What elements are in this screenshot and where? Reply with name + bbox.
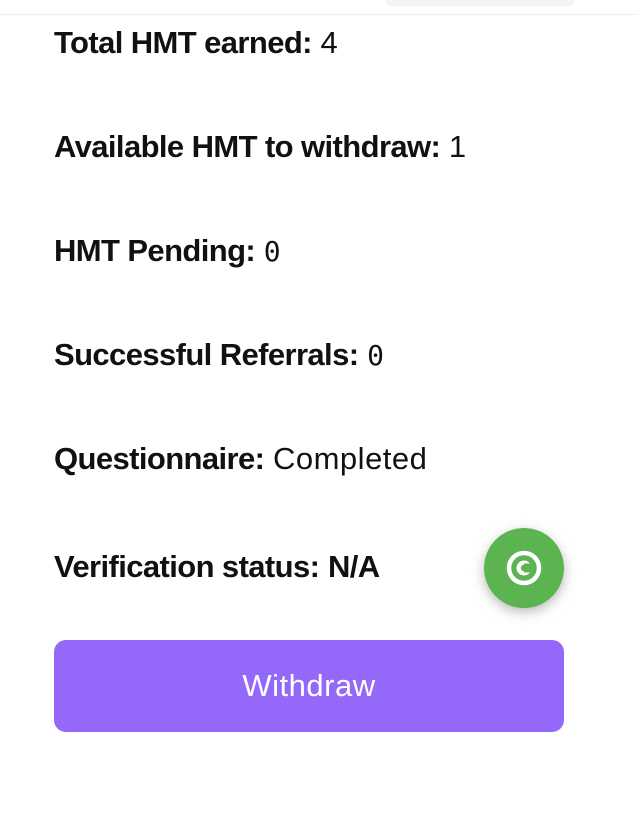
top-edge: [0, 0, 638, 15]
top-edge-shade: [385, 0, 575, 6]
stat-value: N/A: [327, 549, 380, 584]
copyright-lock-icon: [506, 550, 542, 586]
stat-label: Questionnaire:: [54, 441, 265, 476]
stat-label: Total HMT earned:: [54, 25, 313, 60]
stat-label: Available HMT to withdraw:: [54, 129, 441, 164]
stat-value: 0: [263, 235, 282, 268]
stat-value: 0: [367, 339, 385, 372]
stat-value: Completed: [272, 441, 428, 476]
stat-hmt-pending: HMT Pending: 0: [54, 233, 281, 270]
stat-successful-referrals: Successful Referrals: 0: [54, 337, 384, 374]
stat-label: Verification status:: [54, 549, 320, 584]
stat-value: 1: [448, 129, 467, 164]
stat-label: HMT Pending:: [54, 233, 256, 268]
stat-verification-status: Verification status: N/A: [54, 549, 380, 585]
stat-total-hmt-earned: Total HMT earned: 4: [54, 25, 338, 61]
floating-action-button[interactable]: [484, 528, 564, 608]
stat-questionnaire: Questionnaire: Completed: [54, 441, 427, 477]
withdraw-button[interactable]: Withdraw: [54, 640, 564, 732]
stat-value: 4: [320, 25, 339, 60]
stat-label: Successful Referrals:: [54, 337, 359, 372]
stat-available-hmt: Available HMT to withdraw: 1: [54, 129, 467, 165]
